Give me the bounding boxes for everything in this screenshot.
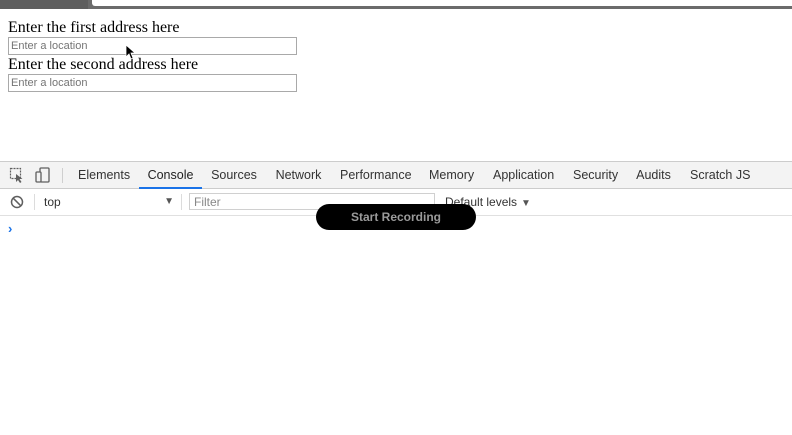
tab-application[interactable]: Application (493, 162, 554, 188)
context-selector[interactable]: top ▼ (44, 194, 174, 210)
first-address-input[interactable] (8, 37, 297, 55)
toolbar-separator (181, 194, 182, 210)
tabbar-separator (62, 168, 63, 183)
start-recording-button[interactable]: Start Recording (316, 204, 476, 230)
console-prompt[interactable]: › (8, 221, 12, 236)
clear-console-icon[interactable] (10, 195, 24, 209)
page-content: Enter the first address here Enter the s… (0, 9, 792, 161)
caret-down-icon: ▼ (164, 196, 174, 207)
second-address-input[interactable] (8, 74, 297, 92)
toolbar-separator (34, 194, 35, 210)
devtools-panel: Elements Console Sources Network Perform… (0, 161, 792, 435)
browser-tab-active[interactable] (92, 0, 792, 6)
tab-console[interactable]: Console (139, 162, 202, 189)
devtools-tabbar: Elements Console Sources Network Perform… (0, 162, 792, 189)
tab-performance[interactable]: Performance (340, 162, 412, 188)
caret-down-icon: ▼ (521, 198, 531, 209)
device-toolbar-icon[interactable] (35, 167, 51, 183)
tab-memory[interactable]: Memory (429, 162, 474, 188)
first-address-label: Enter the first address here (8, 19, 180, 36)
tab-audits[interactable]: Audits (636, 162, 671, 188)
tab-scratch-js[interactable]: Scratch JS (690, 162, 750, 188)
tab-security[interactable]: Security (573, 162, 618, 188)
tab-network[interactable]: Network (275, 162, 322, 188)
browser-chrome-strip (0, 0, 792, 9)
context-selector-value: top (44, 195, 61, 209)
tab-elements[interactable]: Elements (78, 162, 130, 188)
inspect-element-icon[interactable] (9, 167, 25, 183)
second-address-label: Enter the second address here (8, 56, 199, 73)
tab-sources[interactable]: Sources (211, 162, 257, 188)
browser-tab-inactive[interactable] (0, 0, 88, 9)
mouse-cursor-icon (125, 44, 135, 60)
